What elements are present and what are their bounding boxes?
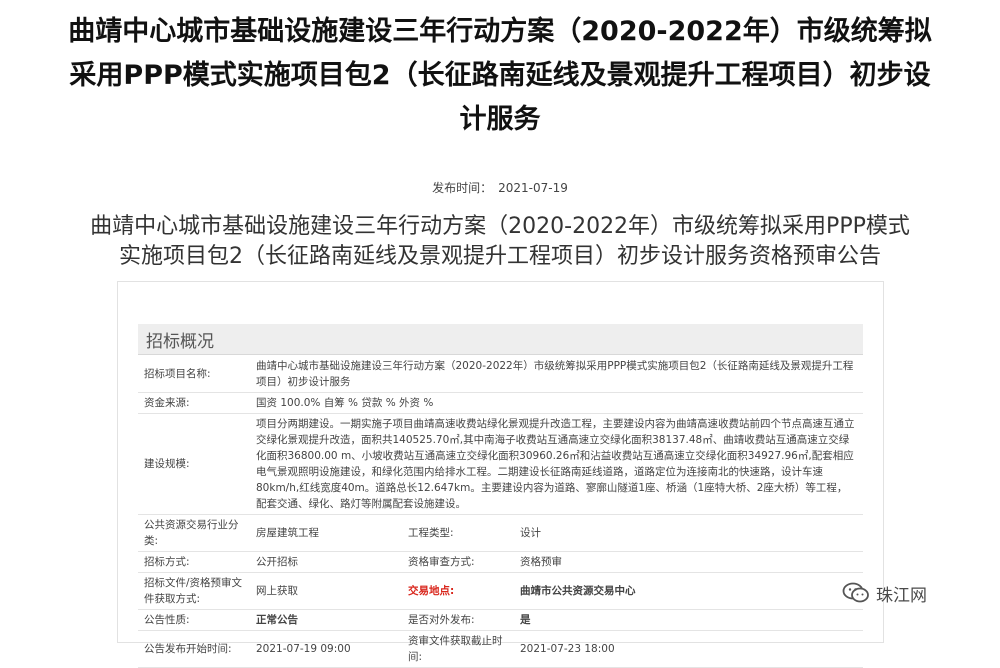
table-row: 招标项目名称: 曲靖中心城市基础设施建设三年行动方案（2020-2022年）市级… xyxy=(138,356,863,393)
row-label: 建设规模: xyxy=(138,413,250,515)
main-title-line-1: 曲靖中心城市基础设施建设三年行动方案（2020-2022年）市级统筹拟 xyxy=(68,16,932,47)
row-label: 招标方式: xyxy=(138,551,250,573)
row-label-2: 是否对外发布: xyxy=(402,609,514,631)
table-row: 公告性质: 正常公告 是否对外发布: 是 xyxy=(138,609,863,631)
info-table: 招标项目名称: 曲靖中心城市基础设施建设三年行动方案（2020-2022年）市级… xyxy=(138,356,863,668)
main-title-line-2: 采用PPP模式实施项目包2（长征路南延线及景观提升工程项目）初步设 xyxy=(69,60,931,91)
trade-location-value: 曲靖市公共资源交易中心 xyxy=(514,572,863,610)
row-value: 公开招标 xyxy=(250,551,402,573)
table-row: 公告发布开始时间: 2021-07-19 09:00 资审文件获取截止时间: 2… xyxy=(138,630,863,668)
row-value: 正常公告 xyxy=(250,609,402,631)
main-title-line-3: 计服务 xyxy=(459,104,541,135)
section-heading: 招标概况 xyxy=(146,332,214,352)
row-value-2: 2021-07-23 18:00 xyxy=(514,630,863,668)
watermark-text: 珠江网 xyxy=(876,585,927,606)
row-value: 2021-07-19 09:00 xyxy=(250,630,402,668)
row-label: 资金来源: xyxy=(138,392,250,414)
row-value-2: 设计 xyxy=(514,514,863,552)
publish-date: 2021-07-19 xyxy=(498,181,568,195)
row-label: 公共资源交易行业分类: xyxy=(138,514,250,552)
watermark: 珠江网 xyxy=(842,578,927,608)
row-value: 国资 100.0% 自筹 % 贷款 % 外资 % xyxy=(250,392,863,414)
row-value: 网上获取 xyxy=(250,572,402,610)
row-label: 公告性质: xyxy=(138,609,250,631)
wechat-icon xyxy=(842,582,870,604)
row-label: 招标文件/资格预审文件获取方式: xyxy=(138,572,250,610)
row-value: 房屋建筑工程 xyxy=(250,514,402,552)
sub-title: 曲靖中心城市基础设施建设三年行动方案（2020-2022年）市级统筹拟采用PPP… xyxy=(0,212,1000,272)
row-label-2: 资格审查方式: xyxy=(402,551,514,573)
row-label-2: 工程类型: xyxy=(402,514,514,552)
row-label: 公告发布开始时间: xyxy=(138,630,250,668)
table-row: 建设规模: 项目分两期建设。一期实施子项目曲靖高速收费站绿化景观提升改造工程，主… xyxy=(138,413,863,515)
row-label: 招标项目名称: xyxy=(138,356,250,393)
publish-label: 发布时间： xyxy=(432,181,493,195)
row-label-2: 资审文件获取截止时间: xyxy=(402,630,514,668)
trade-location-label: 交易地点: xyxy=(402,572,514,610)
notice-card: 招标概况 招标项目名称: 曲靖中心城市基础设施建设三年行动方案（2020-202… xyxy=(117,281,884,668)
publish-info: 发布时间： 2021-07-19 xyxy=(0,179,1000,196)
sub-title-line-2: 实施项目包2（长征路南延线及景观提升工程项目）初步设计服务资格预审公告 xyxy=(119,244,881,269)
row-value: 曲靖中心城市基础设施建设三年行动方案（2020-2022年）市级统筹拟采用PPP… xyxy=(250,356,863,393)
row-value-2: 是 xyxy=(514,609,863,631)
row-value-2: 资格预审 xyxy=(514,551,863,573)
sub-title-line-1: 曲靖中心城市基础设施建设三年行动方案（2020-2022年）市级统筹拟采用PPP… xyxy=(90,214,910,239)
table-row: 资金来源: 国资 100.0% 自筹 % 贷款 % 外资 % xyxy=(138,392,863,414)
main-title: 曲靖中心城市基础设施建设三年行动方案（2020-2022年）市级统筹拟 采用PP… xyxy=(0,10,1000,142)
table-row: 招标文件/资格预审文件获取方式: 网上获取 交易地点: 曲靖市公共资源交易中心 xyxy=(138,572,863,610)
table-row: 公共资源交易行业分类: 房屋建筑工程 工程类型: 设计 xyxy=(138,514,863,552)
section-header: 招标概况 xyxy=(138,324,863,355)
table-row: 招标方式: 公开招标 资格审查方式: 资格预审 xyxy=(138,551,863,573)
row-value: 项目分两期建设。一期实施子项目曲靖高速收费站绿化景观提升改造工程，主要建设内容为… xyxy=(250,413,863,515)
